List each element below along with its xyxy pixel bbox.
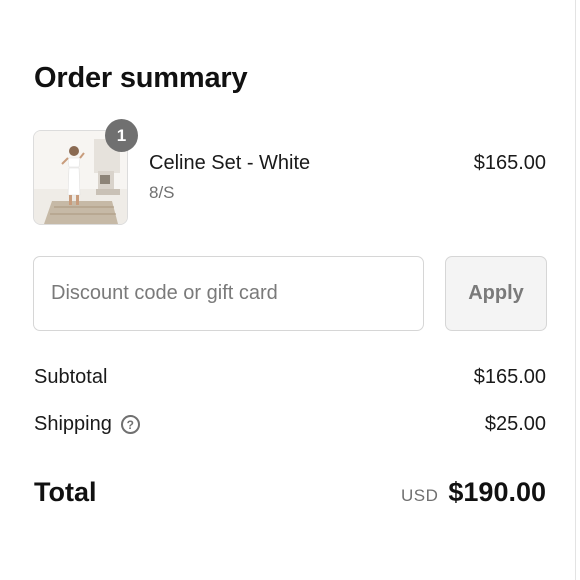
shipping-value: $25.00	[484, 413, 546, 435]
shipping-row-label: Shipping ?	[34, 413, 140, 436]
apply-discount-button[interactable]: Apply	[445, 256, 547, 331]
discount-code-input[interactable]	[33, 256, 424, 331]
subtotal-label: Subtotal	[34, 366, 108, 388]
shipping-label: Shipping	[34, 413, 112, 435]
product-name: Celine Set - White	[149, 152, 311, 174]
subtotal-value: $165.00	[473, 366, 546, 388]
order-summary-title: Order summary	[34, 62, 248, 94]
product-price: $165.00	[473, 152, 546, 174]
total-value: $190.00	[448, 477, 546, 507]
panel-divider	[575, 0, 576, 580]
total-amount-group: USD $190.00	[401, 477, 546, 508]
quantity-badge: 1	[105, 119, 138, 152]
currency-code: USD	[400, 486, 439, 505]
total-label: Total	[34, 477, 97, 507]
product-variant: 8/S	[149, 183, 175, 202]
order-summary-panel: Order summary 1 Celine Set - White 8/S $…	[0, 0, 580, 580]
question-circle-icon[interactable]: ?	[120, 415, 140, 434]
